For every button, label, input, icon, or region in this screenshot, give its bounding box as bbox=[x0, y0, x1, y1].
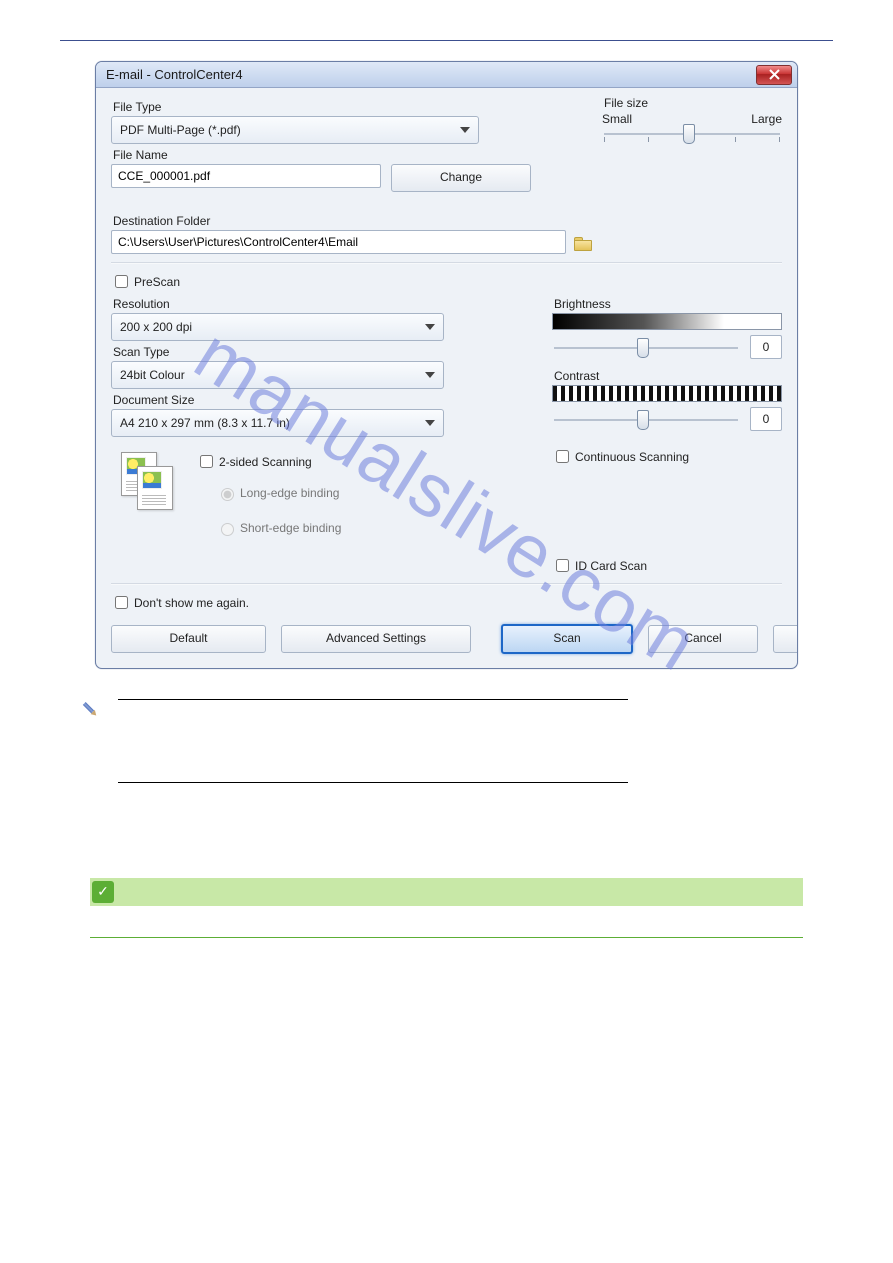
brightness-label: Brightness bbox=[554, 297, 782, 311]
file-name-label: File Name bbox=[113, 148, 572, 162]
close-button[interactable] bbox=[756, 65, 792, 85]
titlebar: E-mail - ControlCenter4 bbox=[96, 62, 797, 88]
green-rule bbox=[90, 937, 803, 938]
contrast-gradient bbox=[552, 385, 782, 402]
two-sided-checkbox[interactable]: 2-sided Scanning bbox=[196, 452, 312, 471]
default-button[interactable]: Default bbox=[111, 625, 266, 653]
contrast-value[interactable]: 0 bbox=[750, 407, 782, 431]
brightness-gradient bbox=[552, 313, 782, 330]
advanced-settings-button[interactable]: Advanced Settings bbox=[281, 625, 471, 653]
dialog-window: E-mail - ControlCenter4 File Type PDF Mu… bbox=[95, 61, 798, 669]
prescan-checkbox[interactable]: PreScan bbox=[111, 272, 180, 291]
change-button[interactable]: Change bbox=[391, 164, 531, 192]
scan-type-dropdown[interactable]: 24bit Colour bbox=[111, 361, 444, 389]
file-size-slider[interactable] bbox=[604, 133, 780, 135]
scan-type-label: Scan Type bbox=[113, 345, 512, 359]
note-box: To save the document as a password-prote… bbox=[90, 699, 803, 783]
file-size-small: Small bbox=[602, 112, 632, 126]
help-button[interactable]: Help bbox=[773, 625, 798, 653]
chevron-down-icon bbox=[460, 127, 470, 133]
chevron-down-icon bbox=[425, 420, 435, 426]
contrast-slider[interactable] bbox=[554, 419, 738, 421]
dont-show-checkbox[interactable]: Don't show me again. bbox=[111, 593, 249, 612]
destination-folder-label: Destination Folder bbox=[113, 214, 782, 228]
file-type-label: File Type bbox=[113, 100, 572, 114]
long-edge-radio[interactable]: Long-edge binding bbox=[216, 485, 339, 501]
brightness-value[interactable]: 0 bbox=[750, 335, 782, 359]
page-top-rule bbox=[60, 40, 833, 41]
related-label: Related Information bbox=[124, 884, 237, 899]
check-icon: ✓ bbox=[92, 881, 114, 903]
duplex-icon bbox=[121, 452, 176, 507]
close-icon bbox=[769, 69, 780, 80]
pencil-icon bbox=[81, 696, 104, 719]
slider-thumb-icon bbox=[683, 124, 695, 144]
file-size-large: Large bbox=[751, 112, 782, 126]
brightness-slider[interactable] bbox=[554, 347, 738, 349]
scan-button[interactable]: Scan bbox=[501, 624, 633, 654]
step-8: 8. Click Scan. bbox=[90, 803, 803, 818]
file-name-input[interactable] bbox=[111, 164, 381, 188]
file-type-value: PDF Multi-Page (*.pdf) bbox=[120, 118, 241, 142]
chevron-down-icon bbox=[425, 372, 435, 378]
slider-thumb-icon bbox=[637, 338, 649, 358]
id-card-scan-checkbox[interactable]: ID Card Scan bbox=[552, 556, 647, 575]
slider-thumb-icon bbox=[637, 410, 649, 430]
browse-folder-button[interactable] bbox=[574, 235, 592, 250]
document-size-label: Document Size bbox=[113, 393, 512, 407]
related-info-bar: ✓ Related Information bbox=[90, 878, 803, 906]
file-type-dropdown[interactable]: PDF Multi-Page (*.pdf) bbox=[111, 116, 479, 144]
continuous-scanning-checkbox[interactable]: Continuous Scanning bbox=[552, 447, 689, 466]
note-text-1: To save the document as a password-prote… bbox=[118, 700, 628, 753]
document-size-dropdown[interactable]: A4 210 x 297 mm (8.3 x 11.7 in) bbox=[111, 409, 444, 437]
resolution-dropdown[interactable]: 200 x 200 dpi bbox=[111, 313, 444, 341]
file-size-label: File size bbox=[604, 96, 782, 110]
chevron-down-icon bbox=[425, 324, 435, 330]
short-edge-radio[interactable]: Short-edge binding bbox=[216, 520, 341, 536]
related-item: Scan Using ControlCenter4 Home Mode (Win… bbox=[110, 916, 803, 931]
resolution-label: Resolution bbox=[113, 297, 512, 311]
destination-folder-input[interactable] bbox=[111, 230, 566, 254]
contrast-label: Contrast bbox=[554, 369, 782, 383]
step-8-note: The machine starts scanning. Your defaul… bbox=[110, 838, 803, 868]
note-text-2: To change the file name, click Change. bbox=[118, 759, 628, 778]
window-title: E-mail - ControlCenter4 bbox=[106, 62, 243, 87]
cancel-button[interactable]: Cancel bbox=[648, 625, 758, 653]
